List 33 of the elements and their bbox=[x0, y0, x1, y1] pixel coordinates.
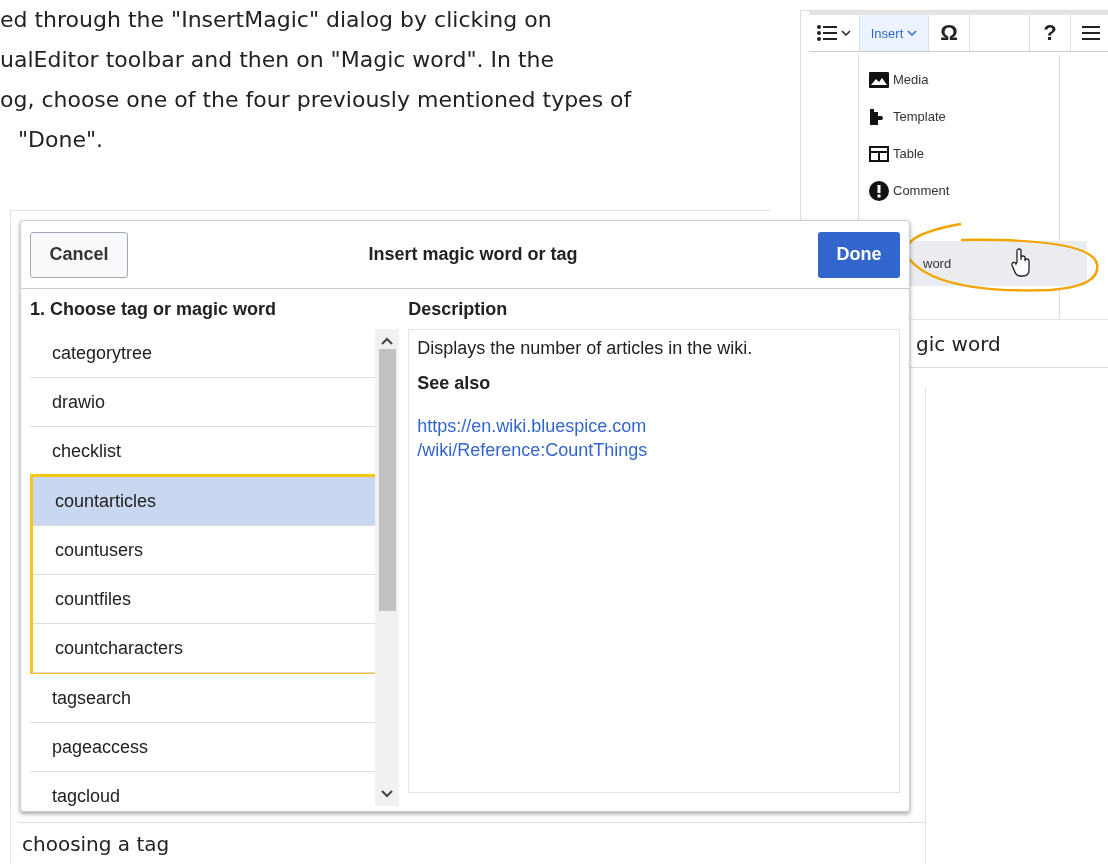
insert-menu-button[interactable]: Insert bbox=[860, 15, 929, 51]
chevron-up-icon bbox=[381, 337, 393, 345]
body-text: og, choose one of the four previously mentioned types of bbox=[0, 86, 632, 114]
chevron-down-icon bbox=[381, 790, 393, 798]
chevron-down-icon bbox=[841, 30, 851, 36]
reference-link[interactable]: /wiki/Reference:CountThings bbox=[417, 438, 891, 462]
done-button[interactable]: Done bbox=[818, 231, 900, 278]
table-icon bbox=[869, 145, 889, 162]
exclamation-icon bbox=[869, 180, 889, 201]
see-also-heading: See also bbox=[417, 373, 492, 394]
menu-icon bbox=[1082, 25, 1100, 41]
menu-item[interactable]: Template bbox=[859, 98, 1059, 135]
hand-cursor-icon bbox=[1011, 248, 1033, 278]
scrollbar-thumb[interactable] bbox=[378, 349, 396, 611]
list-item[interactable]: tagsearch bbox=[30, 674, 375, 723]
body-text: ualEditor toolbar and then on "Magic word". In the bbox=[0, 46, 556, 74]
figure-caption: choosing a tag bbox=[18, 822, 925, 864]
list-item[interactable]: countarticles bbox=[33, 477, 375, 526]
list-icon bbox=[817, 25, 837, 41]
menu-item[interactable]: Media bbox=[859, 61, 1059, 98]
description-text: Displays the number of articles in the wiki. bbox=[417, 338, 754, 359]
section-heading: Description bbox=[408, 297, 509, 321]
cancel-button[interactable]: Cancel bbox=[30, 231, 128, 278]
chevron-down-icon bbox=[907, 30, 918, 36]
reference-link[interactable]: https://en.wiki.bluespice.com bbox=[417, 414, 891, 438]
image-icon bbox=[869, 71, 889, 88]
menu-item[interactable]: Table bbox=[859, 135, 1059, 172]
section-heading: 1. Choose tag or magic word bbox=[30, 297, 278, 321]
dialog-title: Insert magic word or tag bbox=[368, 244, 578, 265]
menu-item[interactable]: Comment bbox=[859, 172, 1059, 209]
body-text: "Done". bbox=[17, 126, 105, 154]
body-text: ed through the "InsertMagic" dialog by clicking on bbox=[0, 6, 553, 34]
scrollbar[interactable] bbox=[375, 329, 399, 806]
